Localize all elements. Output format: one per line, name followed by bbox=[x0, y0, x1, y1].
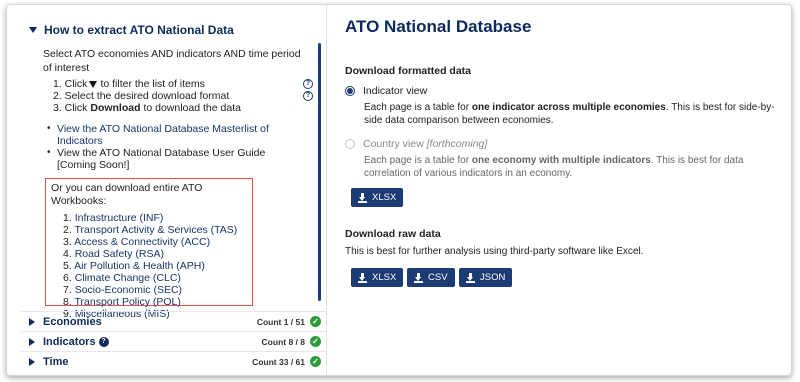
filter-panel: How to extract ATO National Data Select … bbox=[21, 5, 327, 375]
check-icon: ✓ bbox=[310, 356, 321, 367]
coming-soon-row: [Coming Soon!] bbox=[47, 159, 317, 171]
steps-list: 1. Click to filter the list of items ? 2… bbox=[53, 78, 313, 114]
download-json-button[interactable]: JSON bbox=[459, 268, 513, 287]
step-1-prefix: 1. Click bbox=[53, 78, 88, 90]
workbook-link[interactable]: Socio-Economic (SEC) bbox=[75, 284, 182, 296]
formatted-heading: Download formatted data bbox=[345, 65, 472, 77]
howto-body: Select ATO economies AND indicators AND … bbox=[21, 31, 327, 320]
step-3-suffix: to download the data bbox=[143, 102, 241, 114]
download-icon bbox=[466, 272, 475, 283]
indicators-label: Indicators bbox=[43, 335, 96, 348]
country-view-note: [forthcoming] bbox=[426, 138, 488, 150]
economies-count: Count 1 / 51 bbox=[256, 316, 305, 327]
download-xlsx-raw-button[interactable]: XLSX bbox=[351, 268, 404, 287]
intro-text: Select ATO economies AND indicators AND … bbox=[43, 48, 301, 74]
download-csv-button[interactable]: CSV bbox=[407, 268, 455, 287]
workbook-item[interactable]: 3. Access & Connectivity (ACC) bbox=[63, 236, 247, 248]
workbook-link[interactable]: Infrastructure (INF) bbox=[75, 212, 164, 224]
radio-disabled bbox=[345, 139, 355, 149]
filter-icon bbox=[89, 80, 98, 88]
workbook-item[interactable]: 6. Climate Change (CLC) bbox=[63, 272, 247, 284]
step-3-prefix: 3. Click bbox=[53, 102, 88, 114]
user-guide-text: View the ATO National Database User Guid… bbox=[57, 147, 266, 159]
workbook-link[interactable]: Access & Connectivity (ACC) bbox=[74, 236, 210, 248]
caret-right-icon bbox=[29, 337, 35, 346]
country-view-label: Country view bbox=[363, 138, 424, 150]
workbook-link[interactable]: Climate Change (CLC) bbox=[75, 272, 181, 284]
bullet-icon: • bbox=[47, 123, 51, 134]
workbook-item[interactable]: 2. Transport Activity & Services (TAS) bbox=[63, 224, 247, 236]
workbooks-list: 1. Infrastructure (INF) 2. Transport Act… bbox=[51, 212, 247, 320]
download-icon bbox=[414, 272, 423, 283]
time-filter[interactable]: Time Count 33 / 61 ✓ bbox=[21, 351, 327, 371]
resource-links: • View the ATO National Database Masterl… bbox=[47, 123, 317, 171]
step-2: 2. Select the desired download format ? bbox=[53, 90, 313, 102]
raw-heading: Download raw data bbox=[345, 228, 441, 240]
check-icon: ✓ bbox=[310, 316, 321, 327]
step-2-text: 2. Select the desired download format bbox=[53, 90, 230, 102]
indicator-view-option[interactable]: Indicator view bbox=[345, 85, 427, 97]
workbook-link[interactable]: Air Pollution & Health (APH) bbox=[74, 260, 205, 272]
workbook-item[interactable]: 7. Socio-Economic (SEC) bbox=[63, 284, 247, 296]
time-count: Count 33 / 61 bbox=[252, 356, 305, 367]
workbook-link[interactable]: Transport Policy (POL) bbox=[75, 296, 181, 308]
step-1: 1. Click to filter the list of items ? bbox=[53, 78, 313, 90]
economies-filter[interactable]: Economies Count 1 / 51 ✓ bbox=[21, 311, 327, 331]
time-label: Time bbox=[43, 355, 69, 368]
workbook-link[interactable]: Road Safety (RSA) bbox=[75, 248, 164, 260]
bullet-icon: • bbox=[47, 147, 51, 158]
coming-soon-text: [Coming Soon!] bbox=[57, 159, 130, 171]
help-icon[interactable]: ? bbox=[303, 91, 313, 101]
workbook-item[interactable]: 4. Road Safety (RSA) bbox=[63, 248, 247, 260]
page-title: ATO National Database bbox=[345, 17, 532, 36]
raw-desc: This is best for further analysis using … bbox=[345, 246, 644, 257]
indicators-count: Count 8 / 8 bbox=[261, 336, 305, 347]
caret-right-icon bbox=[29, 317, 35, 326]
download-xlsx-formatted-button[interactable]: XLSX bbox=[351, 188, 404, 207]
radio-selected[interactable] bbox=[345, 86, 355, 96]
workbook-link[interactable]: Transport Activity & Services (TAS) bbox=[75, 224, 238, 236]
scrollbar[interactable] bbox=[318, 43, 321, 301]
download-panel: ATO National Database Download formatted… bbox=[345, 5, 785, 375]
workbook-item[interactable]: 1. Infrastructure (INF) bbox=[63, 212, 247, 224]
caret-right-icon bbox=[29, 357, 35, 366]
help-icon[interactable]: ? bbox=[303, 79, 313, 89]
workbooks-box: Or you can download entire ATO Workbooks… bbox=[45, 178, 253, 320]
help-icon[interactable]: ? bbox=[98, 336, 109, 347]
link-user-guide: • View the ATO National Database User Gu… bbox=[47, 147, 317, 159]
step-1-suffix: to filter the list of items bbox=[100, 78, 205, 90]
download-icon bbox=[358, 272, 367, 283]
indicator-view-label: Indicator view bbox=[363, 85, 428, 97]
step-3-bold: Download bbox=[90, 102, 141, 114]
workbook-item[interactable]: 5. Air Pollution & Health (APH) bbox=[63, 260, 247, 272]
country-view-option: Country view [forthcoming] bbox=[345, 138, 487, 150]
check-icon: ✓ bbox=[310, 336, 321, 347]
download-icon bbox=[358, 192, 367, 203]
indicator-view-desc: Each page is a table for one indicator a… bbox=[364, 102, 775, 126]
workbooks-heading: Or you can download entire ATO Workbooks… bbox=[51, 182, 203, 207]
step-3: 3. Click Download to download the data bbox=[53, 102, 313, 114]
link-masterlist: • View the ATO National Database Masterl… bbox=[47, 123, 317, 147]
country-view-desc: Each page is a table for one economy wit… bbox=[364, 155, 744, 179]
workbook-item[interactable]: 8. Transport Policy (POL) bbox=[63, 296, 247, 308]
app-window: How to extract ATO National Data Select … bbox=[6, 4, 792, 376]
indicators-filter[interactable]: Indicators ? Count 8 / 8 ✓ bbox=[21, 331, 327, 351]
economies-label: Economies bbox=[43, 315, 102, 328]
masterlist-link[interactable]: View the ATO National Database Masterlis… bbox=[57, 123, 317, 147]
